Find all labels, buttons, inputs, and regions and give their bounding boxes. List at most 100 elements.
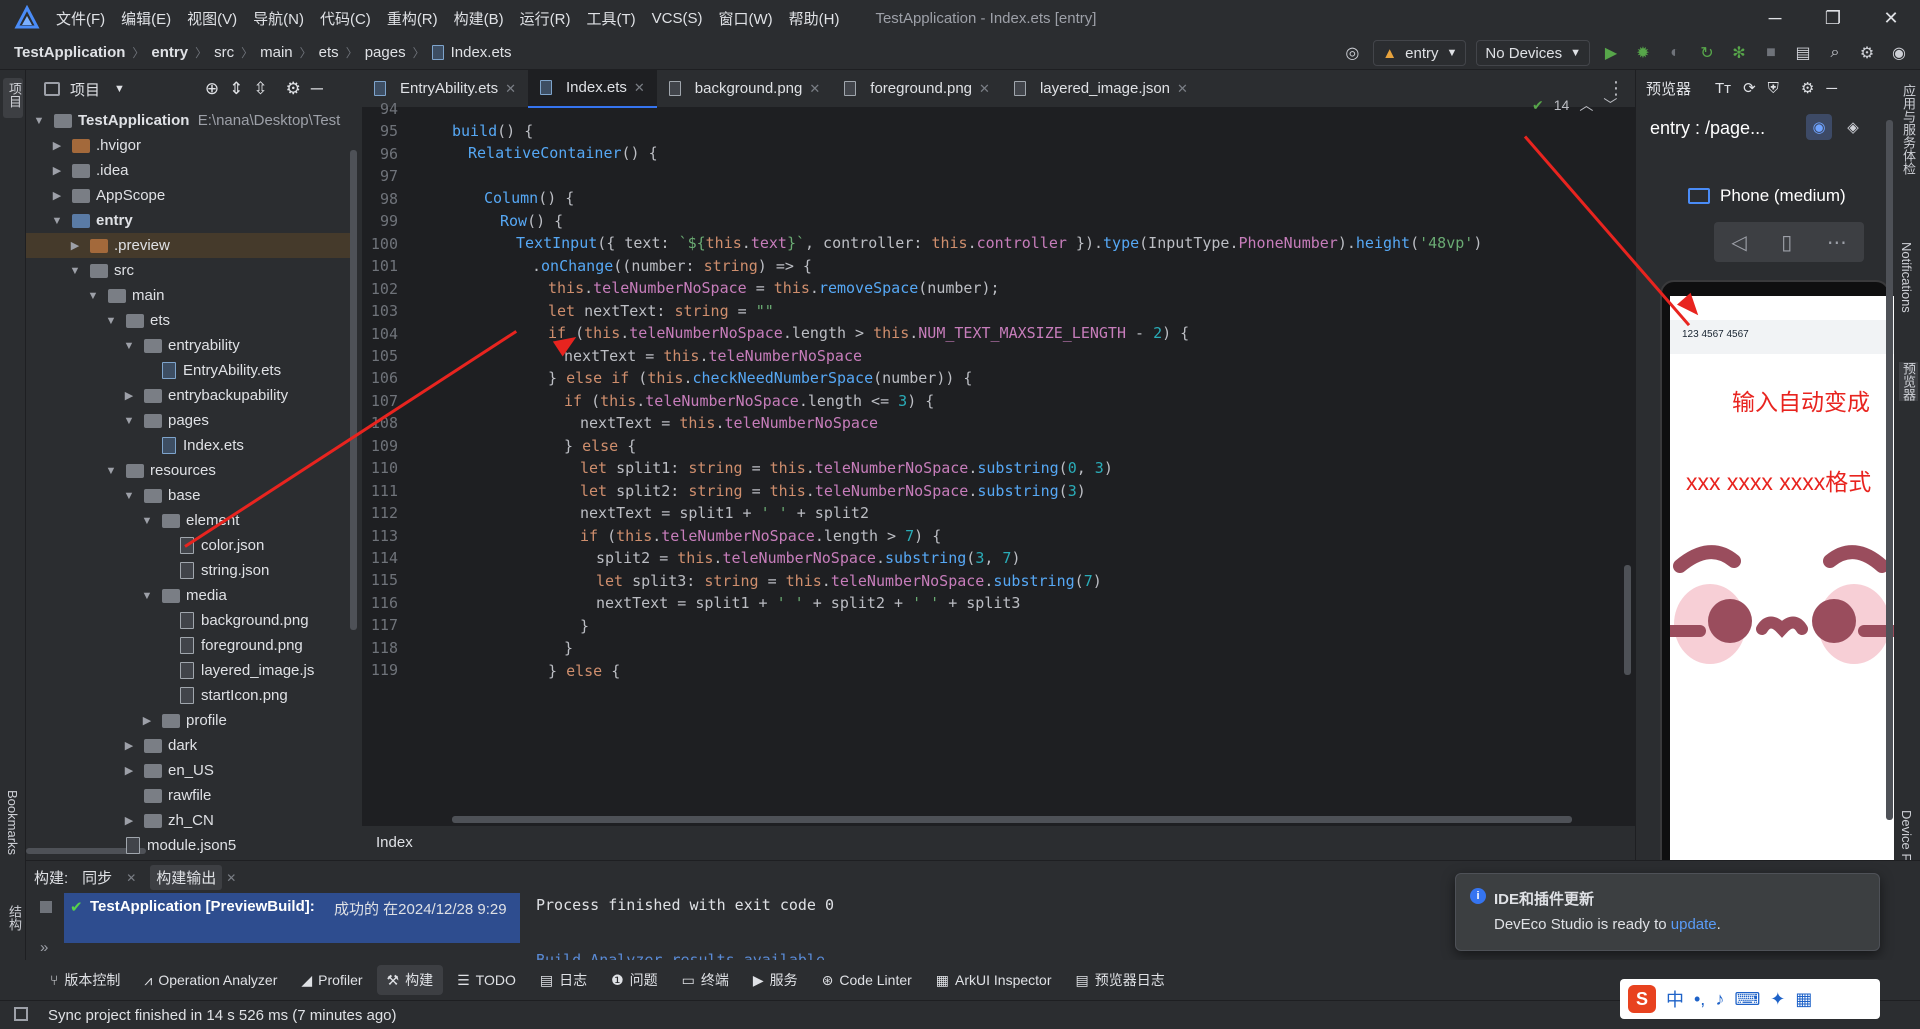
expand-icon[interactable]: » (40, 939, 48, 956)
ime-punct-icon[interactable]: •, (1694, 989, 1705, 1010)
hide-previewer-icon[interactable]: ─ (1826, 80, 1837, 97)
editor-horizontal-scrollbar[interactable] (452, 816, 1572, 823)
font-size-icon[interactable]: Tт (1715, 80, 1731, 97)
build-task-row[interactable]: ✔ TestApplication [PreviewBuild]: 成功的 在2… (64, 893, 520, 943)
ime-tools-icon[interactable]: ▦ (1795, 989, 1812, 1010)
chevron-down-icon[interactable]: ▼ (122, 415, 136, 427)
ime-toolbar[interactable]: S 中 •, ♪ ⌨ ✦ ▦ (1620, 979, 1880, 1019)
app-service-check-tab[interactable]: 应用与服务体检 (1899, 84, 1918, 175)
expand-all-icon[interactable]: ⇕ (229, 79, 243, 99)
chevron-down-icon[interactable]: ▼ (114, 83, 125, 95)
tool-todo[interactable]: ☰ TODO (447, 965, 526, 995)
tool-build[interactable]: ⚒ 构建 (376, 965, 444, 995)
tool-log[interactable]: ▤ 日志 (530, 965, 597, 995)
menu-vcs[interactable]: VCS(S) (652, 10, 703, 27)
panel-settings-icon[interactable]: ⚙ (286, 79, 301, 99)
close-icon[interactable]: ✕ (809, 81, 820, 97)
status-toggle-icon[interactable] (14, 1007, 28, 1021)
tree-item[interactable]: ▼ entryability (122, 333, 240, 358)
chevron-down-icon[interactable]: ▼ (104, 465, 118, 477)
editor-vertical-scrollbar[interactable] (1624, 565, 1631, 675)
tree-item[interactable]: ▶ .preview (26, 233, 350, 258)
chevron-down-icon[interactable]: ▼ (68, 265, 82, 277)
device-profile[interactable]: Phone (medium) (1688, 186, 1846, 206)
chevron-up-icon[interactable]: ︿ (1579, 95, 1593, 115)
tree-item[interactable]: ▶ dark (122, 733, 197, 758)
chevron-down-icon[interactable]: ▼ (140, 590, 154, 602)
menu-run[interactable]: 运行(R) (520, 8, 571, 29)
rotate-icon[interactable]: ▯ (1781, 230, 1792, 255)
project-scrollbar[interactable] (350, 150, 357, 630)
menu-edit[interactable]: 编辑(E) (121, 8, 171, 29)
attach-icon[interactable]: ◐ (1664, 42, 1686, 64)
chevron-down-icon[interactable]: ▼ (122, 490, 136, 502)
device-selector[interactable]: No Devices ▼ (1476, 40, 1590, 66)
chevron-right-icon[interactable]: ▶ (140, 714, 154, 727)
menu-view[interactable]: 视图(V) (187, 8, 237, 29)
preview-scrollbar[interactable] (1886, 120, 1893, 820)
tree-item[interactable]: ▼ pages (122, 408, 209, 433)
chevron-down-icon[interactable]: ﹀ (1603, 95, 1617, 115)
tool-services[interactable]: ▶ 服务 (743, 965, 808, 995)
run-icon[interactable]: ▶ (1600, 42, 1622, 64)
previewer-settings-icon[interactable]: ⚙ (1801, 79, 1814, 97)
project-tool-tab[interactable]: 项目 (5, 82, 24, 108)
tool-terminal[interactable]: ▭ 终端 (672, 965, 739, 995)
chevron-down-icon[interactable]: ▼ (50, 215, 64, 227)
breadcrumb-file[interactable]: Index.ets (451, 44, 512, 61)
close-icon[interactable]: ✕ (979, 81, 990, 97)
chevron-down-icon[interactable]: ▼ (86, 290, 100, 302)
rerun-icon[interactable]: ↻ (1696, 42, 1718, 64)
tree-item[interactable]: startIcon.png (158, 683, 288, 708)
target-icon[interactable]: ◎ (1341, 42, 1363, 64)
chevron-down-icon[interactable]: ▼ (104, 315, 118, 327)
breadcrumb-main[interactable]: main (260, 44, 293, 61)
tree-item[interactable]: module.json5 (104, 833, 236, 858)
collapse-all-icon[interactable]: ⇳ (253, 79, 267, 99)
breadcrumb-src[interactable]: src (214, 44, 234, 61)
device-manager-icon[interactable]: ▤ (1792, 42, 1814, 64)
chevron-right-icon[interactable]: ▶ (122, 814, 136, 827)
close-icon[interactable]: ✕ (226, 871, 236, 885)
module-selector[interactable]: ▲ entry ▼ (1373, 40, 1467, 66)
more-icon[interactable]: ⋯ (1827, 230, 1847, 255)
bookmarks-tool-tab[interactable]: Bookmarks (5, 790, 20, 855)
tree-item[interactable]: Index.ets (140, 433, 244, 458)
tree-item[interactable]: ▼ src (68, 258, 134, 283)
phone-screen[interactable]: 123 4567 4567 输入自动变成 xxx xxxx xxxx格式 (1670, 296, 1894, 876)
tool-profiler[interactable]: ◢ Profiler (291, 965, 372, 995)
ime-keyboard-icon[interactable]: ⌨ (1734, 989, 1760, 1010)
close-window-button[interactable]: ✕ (1862, 0, 1920, 36)
close-icon[interactable]: ✕ (634, 80, 645, 96)
tab-sync[interactable]: 同步 (82, 867, 112, 888)
tree-root[interactable]: ▼ TestApplication E:\nana\Desktop\Test (32, 108, 341, 133)
tree-item[interactable]: ▶ AppScope (50, 183, 165, 208)
menu-help[interactable]: 帮助(H) (789, 8, 840, 29)
multi-device-icon[interactable]: ◈ (1840, 114, 1866, 140)
code-area[interactable]: build() { RelativeContainer() { Column()… (422, 108, 1635, 753)
menu-window[interactable]: 窗口(W) (718, 8, 772, 29)
stop-icon[interactable]: ■ (1760, 42, 1782, 64)
chevron-right-icon[interactable]: ▶ (50, 189, 64, 202)
breadcrumb-ets[interactable]: ets (319, 44, 339, 61)
minimize-button[interactable]: ─ (1746, 0, 1804, 36)
tree-item[interactable]: ▶ zh_CN (122, 808, 214, 833)
phone-text-input[interactable]: 123 4567 4567 (1670, 320, 1894, 354)
inspector-icon[interactable]: ⛨ (1768, 80, 1779, 97)
menu-file[interactable]: 文件(F) (56, 8, 105, 29)
tree-item[interactable]: ▼ resources (104, 458, 216, 483)
tab-background[interactable]: background.png ✕ (657, 70, 833, 108)
menu-code[interactable]: 代码(C) (320, 8, 371, 29)
back-icon[interactable]: ◁ (1731, 230, 1746, 255)
tab-layered-image[interactable]: layered_image.json ✕ (1002, 70, 1200, 108)
tree-item[interactable]: background.png (158, 608, 309, 633)
ime-mic-icon[interactable]: ♪ (1715, 989, 1724, 1010)
tree-item[interactable]: string.json (158, 558, 269, 583)
tree-item[interactable]: ▼ ets (104, 308, 170, 333)
chevron-down-icon[interactable]: ▼ (140, 515, 154, 527)
tree-item[interactable]: ▶ entrybackupability (122, 383, 288, 408)
structure-breadcrumb[interactable]: Index (376, 834, 413, 851)
tree-item[interactable]: ▼ entry (50, 208, 133, 233)
close-icon[interactable]: ✕ (505, 81, 516, 97)
menu-refactor[interactable]: 重构(R) (387, 8, 438, 29)
